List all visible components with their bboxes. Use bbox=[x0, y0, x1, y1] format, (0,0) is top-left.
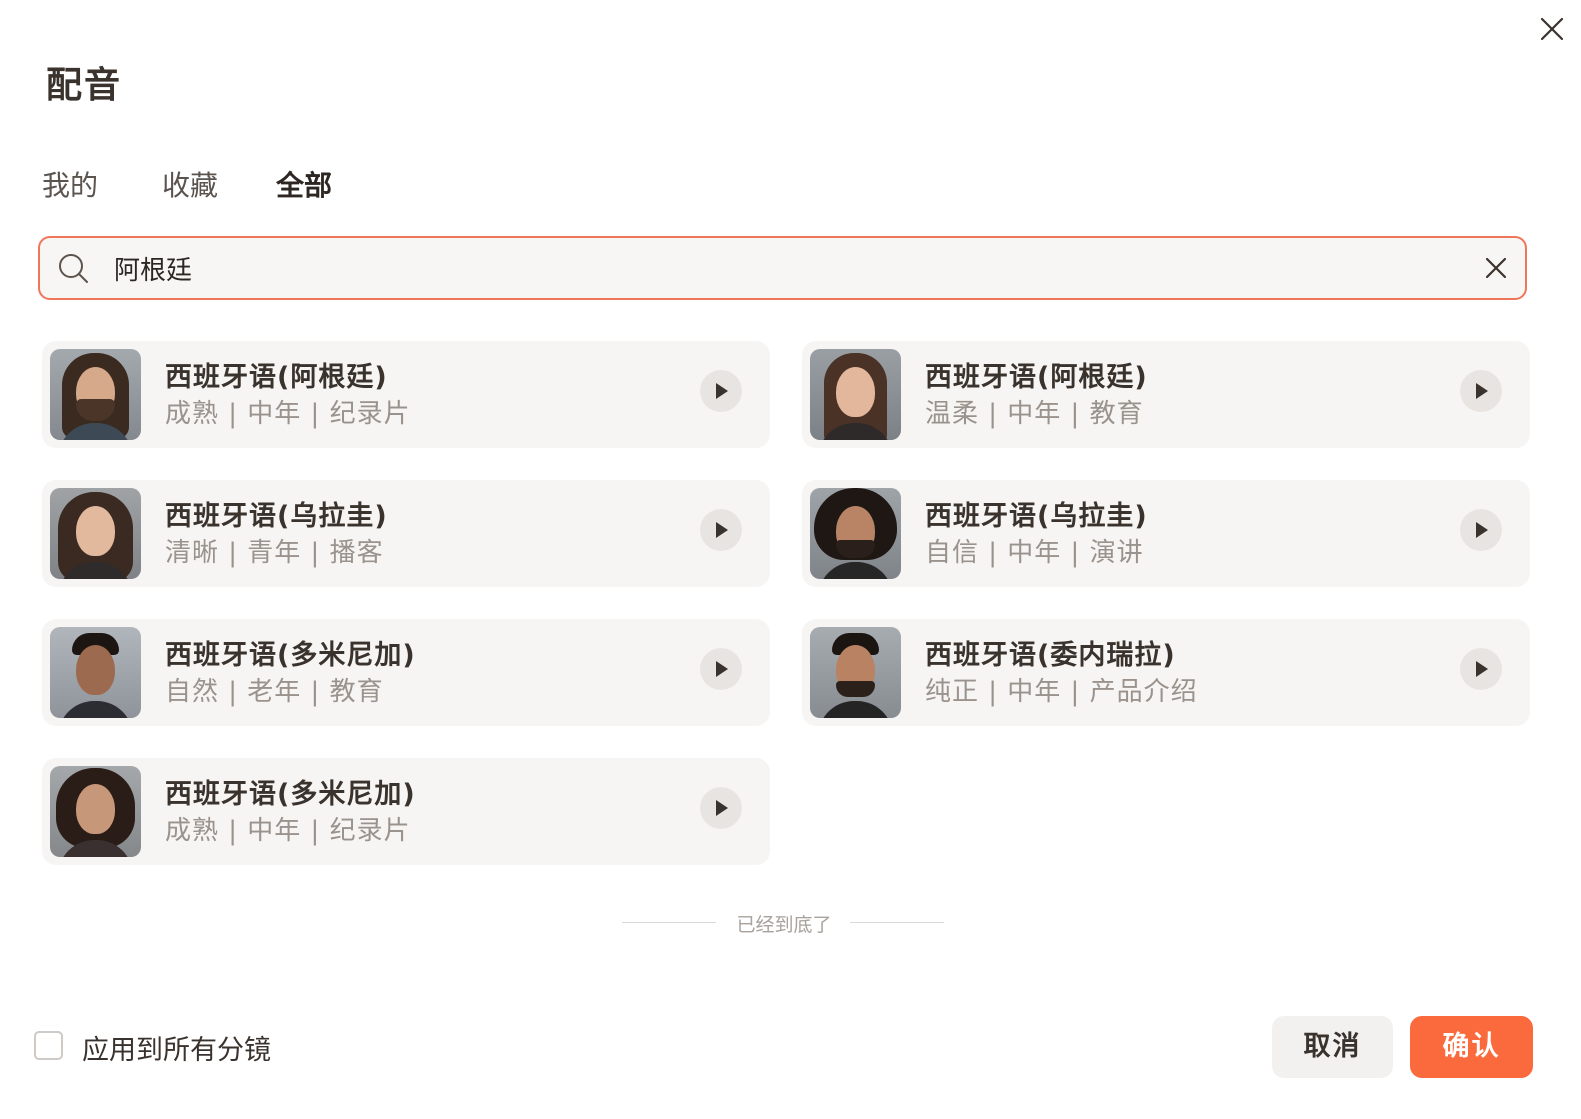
apply-all-option[interactable]: 应用到所有分镜 bbox=[34, 1028, 294, 1066]
voice-tags: 成熟 | 中年 | 纪录片 bbox=[165, 816, 411, 846]
list-end-indicator: 已经到底了 bbox=[622, 910, 944, 936]
voice-card[interactable]: 西班牙语(多米尼加) 成熟 | 中年 | 纪录片 bbox=[42, 758, 770, 865]
voice-dialog: 配音 我的 收藏 全部 西班牙语(阿根廷) 成熟 | 中年 | 纪录片 bbox=[0, 0, 1581, 1119]
voice-card[interactable]: 西班牙语(委内瑞拉) 纯正 | 中年 | 产品介绍 bbox=[802, 619, 1530, 726]
voice-tags: 自信 | 中年 | 演讲 bbox=[925, 538, 1144, 568]
play-icon[interactable] bbox=[700, 370, 742, 412]
play-icon[interactable] bbox=[1460, 370, 1502, 412]
voice-name: 西班牙语(多米尼加) bbox=[165, 640, 416, 671]
avatar bbox=[50, 488, 141, 579]
voice-name: 西班牙语(乌拉圭) bbox=[165, 501, 388, 532]
search-box bbox=[38, 236, 1527, 300]
avatar bbox=[810, 349, 901, 440]
close-icon[interactable] bbox=[1537, 14, 1567, 44]
play-icon[interactable] bbox=[1460, 648, 1502, 690]
voice-card[interactable]: 西班牙语(乌拉圭) 清晰 | 青年 | 播客 bbox=[42, 480, 770, 587]
search-icon bbox=[59, 254, 88, 283]
avatar bbox=[810, 488, 901, 579]
divider bbox=[850, 922, 944, 923]
voice-name: 西班牙语(阿根廷) bbox=[165, 362, 388, 393]
voice-tags: 清晰 | 青年 | 播客 bbox=[165, 538, 384, 568]
voice-name: 西班牙语(阿根廷) bbox=[925, 362, 1148, 393]
voice-tags: 纯正 | 中年 | 产品介绍 bbox=[925, 677, 1198, 707]
voice-card[interactable]: 西班牙语(阿根廷) 温柔 | 中年 | 教育 bbox=[802, 341, 1530, 448]
voice-card[interactable]: 西班牙语(阿根廷) 成熟 | 中年 | 纪录片 bbox=[42, 341, 770, 448]
voice-card[interactable]: 西班牙语(乌拉圭) 自信 | 中年 | 演讲 bbox=[802, 480, 1530, 587]
clear-search-icon[interactable] bbox=[1482, 254, 1510, 282]
confirm-button[interactable]: 确认 bbox=[1410, 1016, 1533, 1078]
play-icon[interactable] bbox=[700, 509, 742, 551]
search-input[interactable] bbox=[114, 246, 1434, 290]
avatar bbox=[50, 766, 141, 857]
voice-name: 西班牙语(多米尼加) bbox=[165, 779, 416, 810]
voice-name: 西班牙语(委内瑞拉) bbox=[925, 640, 1176, 671]
voice-tags: 自然 | 老年 | 教育 bbox=[165, 677, 384, 707]
list-end-text: 已经到底了 bbox=[736, 914, 832, 936]
tab-mine[interactable]: 我的 bbox=[42, 164, 98, 204]
tab-all[interactable]: 全部 bbox=[276, 164, 332, 204]
avatar bbox=[50, 627, 141, 718]
avatar bbox=[50, 349, 141, 440]
voice-card[interactable]: 西班牙语(多米尼加) 自然 | 老年 | 教育 bbox=[42, 619, 770, 726]
voice-tags: 成熟 | 中年 | 纪录片 bbox=[165, 399, 411, 429]
apply-all-checkbox[interactable] bbox=[34, 1031, 63, 1060]
tab-favorites[interactable]: 收藏 bbox=[162, 164, 218, 204]
voice-tags: 温柔 | 中年 | 教育 bbox=[925, 399, 1144, 429]
dialog-title: 配音 bbox=[46, 65, 123, 106]
play-icon[interactable] bbox=[700, 648, 742, 690]
play-icon[interactable] bbox=[1460, 509, 1502, 551]
divider bbox=[622, 922, 716, 923]
cancel-button[interactable]: 取消 bbox=[1272, 1016, 1393, 1078]
play-icon[interactable] bbox=[700, 787, 742, 829]
apply-all-label: 应用到所有分镜 bbox=[82, 1035, 271, 1066]
voice-name: 西班牙语(乌拉圭) bbox=[925, 501, 1148, 532]
avatar bbox=[810, 627, 901, 718]
